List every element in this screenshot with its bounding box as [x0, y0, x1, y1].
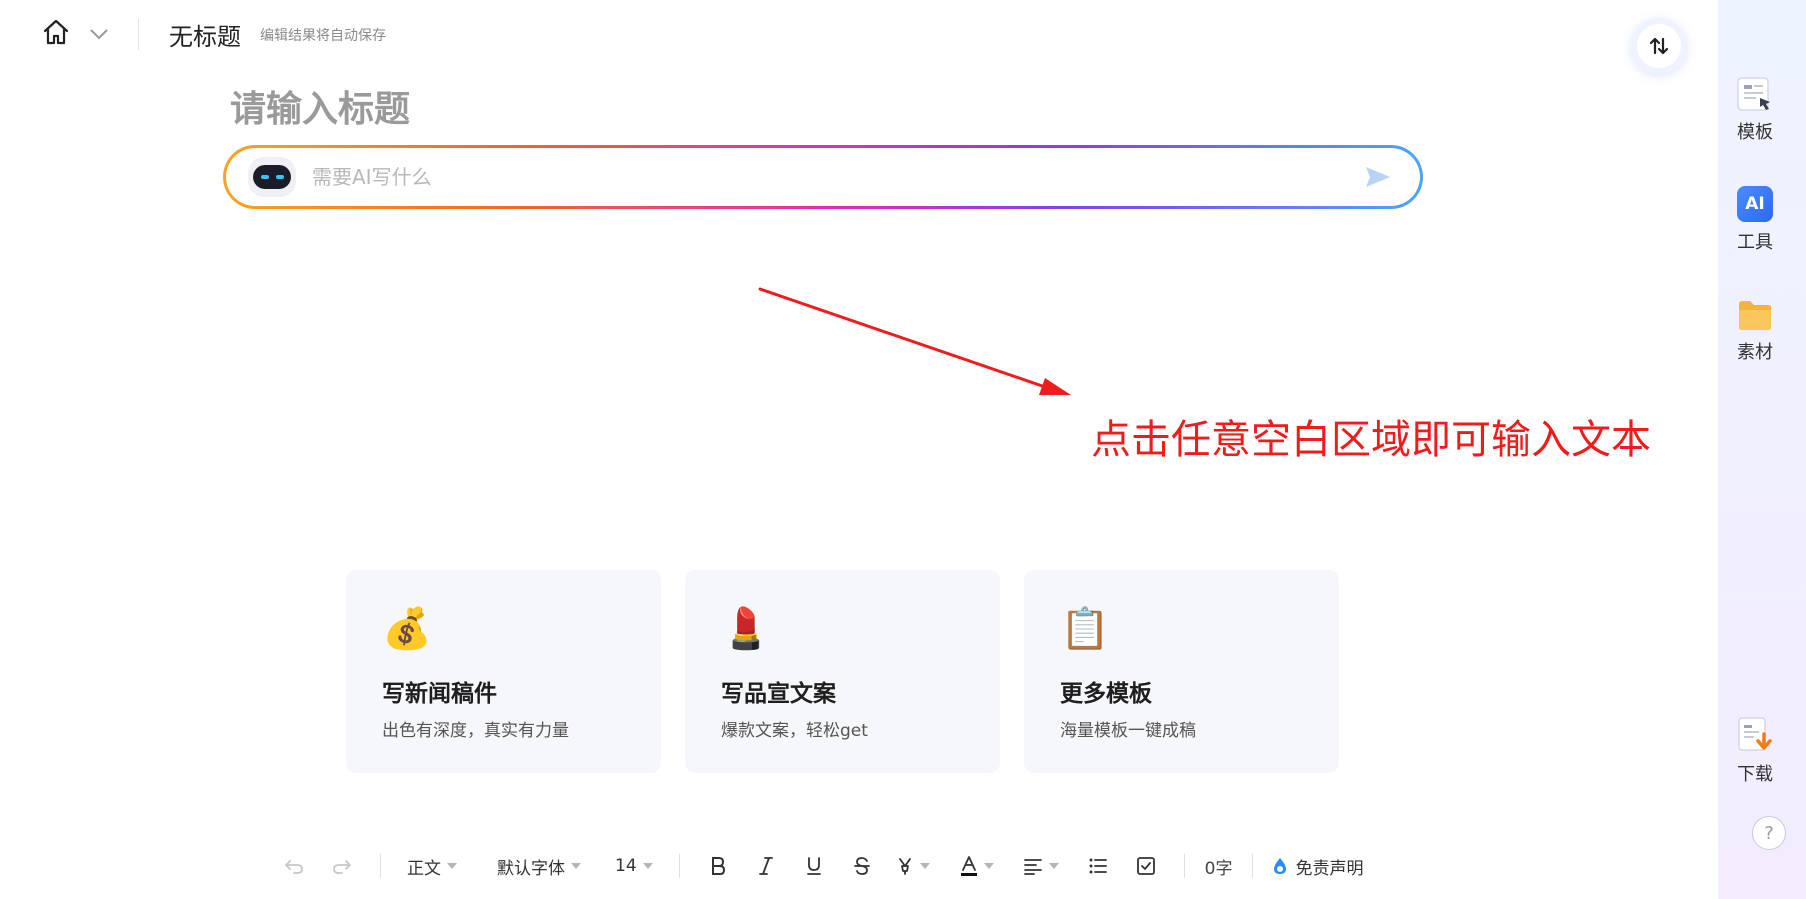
- clipboard-icon: 📋: [1060, 606, 1110, 652]
- checklist-button[interactable]: [1126, 848, 1166, 884]
- home-button[interactable]: [40, 16, 72, 48]
- autosave-note: 编辑结果将自动保存: [260, 28, 386, 44]
- template-cards: 💰 写新闻稿件 出色有深度，真实有力量 💄 写品宣文案 爆款文案，轻松get 📋…: [346, 570, 1339, 773]
- money-bag-icon: 💰: [382, 606, 432, 652]
- template-title: 写品宣文案: [721, 681, 836, 707]
- caret-down-icon: [1048, 863, 1059, 869]
- disclaimer-icon: [1274, 858, 1287, 874]
- align-left-icon: [1023, 859, 1042, 875]
- sidebar-item-label: 工具: [1737, 232, 1773, 253]
- bullet-list-icon: [1089, 858, 1107, 874]
- font-color-icon: [960, 856, 977, 876]
- toolbar-divider: [678, 854, 680, 878]
- paragraph-style-value: 正文: [407, 858, 441, 879]
- annotation-hint: 点击任意空白区域即可输入文本: [1091, 417, 1651, 463]
- lipstick-icon: 💄: [721, 606, 771, 652]
- sidebar-item-template[interactable]: 模板: [1718, 76, 1792, 144]
- font-size-select[interactable]: 14: [603, 848, 665, 884]
- header-divider: [138, 18, 139, 50]
- toolbar-divider: [380, 854, 381, 878]
- caret-down-icon: [447, 863, 457, 869]
- send-button[interactable]: [1360, 159, 1396, 195]
- font-family-value: 默认字体: [497, 858, 565, 879]
- caret-down-icon: [919, 863, 930, 869]
- right-sidebar: 模板 AI 工具 素材 下载: [1718, 0, 1806, 899]
- sidebar-item-materials[interactable]: 素材: [1718, 298, 1792, 364]
- word-count: 0字: [1204, 858, 1233, 879]
- font-family-select[interactable]: 默认字体: [485, 848, 593, 884]
- ai-prompt-bar: [223, 145, 1423, 209]
- caret-down-icon: [642, 863, 653, 869]
- paragraph-style-select[interactable]: 正文: [395, 848, 469, 884]
- underline-button[interactable]: [794, 848, 834, 884]
- font-color-button[interactable]: [954, 848, 1000, 884]
- chevron-down-icon[interactable]: [88, 24, 110, 44]
- bold-icon: [711, 857, 725, 875]
- robot-icon: [248, 157, 296, 197]
- redo-icon: [333, 860, 351, 874]
- help-button[interactable]: ?: [1752, 816, 1786, 850]
- sidebar-item-download[interactable]: 下载: [1718, 716, 1792, 786]
- redo-button[interactable]: [322, 848, 362, 884]
- ai-prompt-input[interactable]: [312, 165, 1360, 189]
- folder-icon: [1739, 301, 1771, 330]
- home-icon: [43, 19, 69, 45]
- title-input[interactable]: 请输入标题: [230, 80, 410, 132]
- undo-icon: [285, 860, 303, 874]
- disclaimer-link[interactable]: 免责声明: [1267, 854, 1363, 879]
- send-icon: [1366, 167, 1390, 187]
- bullet-list-button[interactable]: [1078, 848, 1118, 884]
- toolbar-divider: [1183, 854, 1185, 878]
- template-card-brand-copy[interactable]: 💄 写品宣文案 爆款文案，轻松get: [685, 570, 1000, 773]
- document-title[interactable]: 无标题: [169, 17, 241, 52]
- sidebar-item-label: 下载: [1737, 764, 1773, 785]
- template-title: 写新闻稿件: [382, 681, 497, 707]
- caret-down-icon: [983, 863, 994, 869]
- bold-button[interactable]: [698, 848, 738, 884]
- template-subtitle: 爆款文案，轻松get: [721, 721, 868, 741]
- sort-toggle-icon: [1649, 37, 1669, 55]
- annotation-arrow: [758, 287, 1071, 395]
- template-icon: [1737, 77, 1770, 111]
- format-toolbar: 正文 默认字体 14 0字 免责声明: [270, 848, 1363, 884]
- sidebar-item-label: 模板: [1737, 122, 1773, 143]
- sort-toggle-button[interactable]: [1631, 18, 1687, 74]
- template-title: 更多模板: [1060, 681, 1152, 707]
- strikethrough-button[interactable]: [842, 848, 882, 884]
- underline-icon: [806, 857, 821, 875]
- template-subtitle: 出色有深度，真实有力量: [382, 721, 569, 741]
- undo-button[interactable]: [274, 848, 314, 884]
- toolbar-divider: [1252, 854, 1254, 878]
- italic-button[interactable]: [746, 848, 786, 884]
- align-button[interactable]: [1018, 848, 1064, 884]
- highlight-button[interactable]: [890, 848, 936, 884]
- download-icon: [1738, 717, 1772, 751]
- strikethrough-icon: [853, 857, 870, 875]
- template-card-more[interactable]: 📋 更多模板 海量模板一键成稿: [1024, 570, 1339, 773]
- template-subtitle: 海量模板一键成稿: [1060, 721, 1196, 741]
- sidebar-item-label: 素材: [1737, 342, 1773, 363]
- font-size-value: 14: [615, 856, 637, 876]
- ai-tool-icon: AI: [1737, 186, 1773, 222]
- checkbox-icon: [1136, 857, 1155, 875]
- sidebar-item-tools[interactable]: AI 工具: [1718, 186, 1792, 254]
- italic-icon: [758, 857, 773, 875]
- disclaimer-label: 免责声明: [1295, 858, 1364, 879]
- caret-down-icon: [571, 863, 581, 869]
- template-card-news[interactable]: 💰 写新闻稿件 出色有深度，真实有力量: [346, 570, 661, 773]
- highlighter-icon: [898, 858, 911, 875]
